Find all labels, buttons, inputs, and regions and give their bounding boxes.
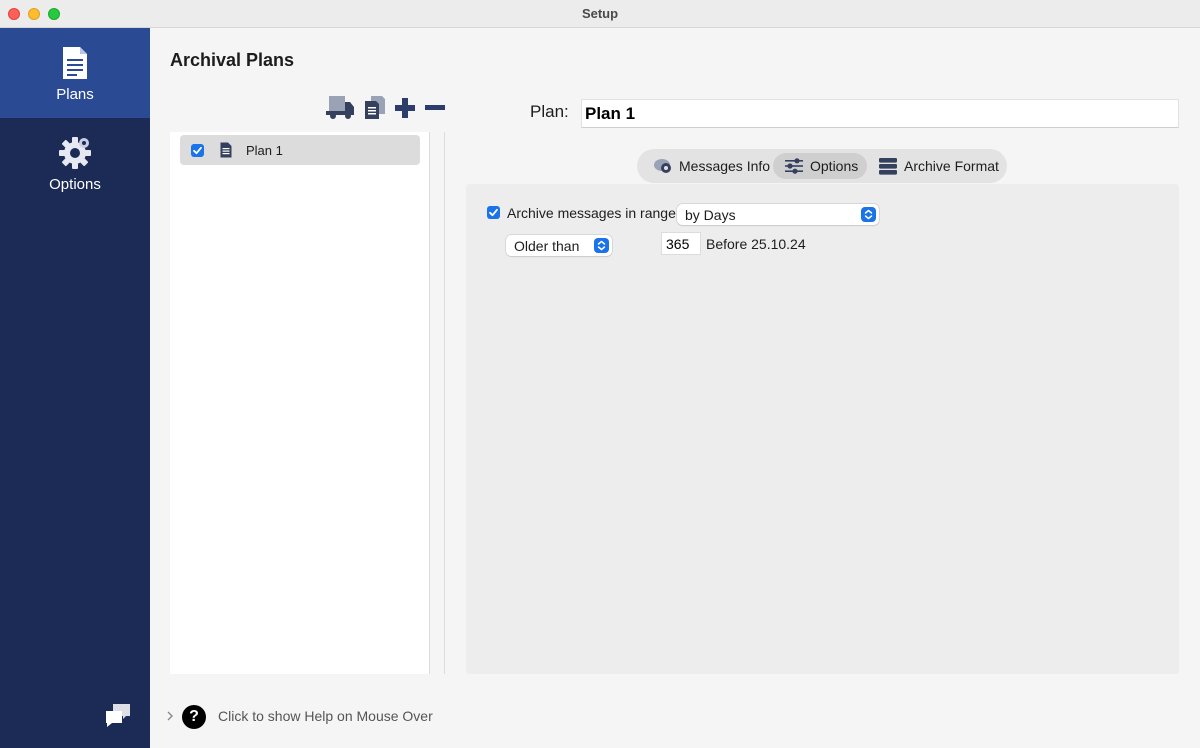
database-icon xyxy=(879,158,897,175)
plan-enabled-checkbox[interactable] xyxy=(191,144,204,157)
minus-icon[interactable] xyxy=(425,94,445,120)
plan-name: Plan 1 xyxy=(246,143,283,158)
archive-range-checkbox[interactable] xyxy=(487,206,500,219)
messages-info-icon xyxy=(654,159,671,173)
tab-messages-info[interactable]: Messages Info xyxy=(647,153,773,179)
plan-list: Plan 1 xyxy=(170,132,430,674)
help-toggle-text[interactable]: Click to show Help on Mouse Over xyxy=(218,708,433,724)
tab-options[interactable]: Options xyxy=(773,153,867,179)
plan-list-item[interactable]: Plan 1 xyxy=(180,135,420,165)
main-content: Archival Plans Plan 1 Plan: Plan 1 Messa… xyxy=(150,28,1200,748)
sliders-icon xyxy=(785,158,803,174)
tab-label: Messages Info xyxy=(679,158,771,174)
help-question-icon[interactable]: ? xyxy=(182,705,206,729)
chevron-updown-icon xyxy=(594,238,609,253)
select-value: by Days xyxy=(685,207,736,223)
tab-archive-format[interactable]: Archive Format xyxy=(871,153,1001,179)
document-icon xyxy=(220,142,232,158)
tab-label: Options xyxy=(810,158,859,174)
page-title: Archival Plans xyxy=(170,50,295,70)
window-title: Setup xyxy=(581,6,619,21)
tab-label: Archive Format xyxy=(904,158,999,174)
days-input[interactable] xyxy=(661,232,701,255)
sidebar-item-label: Plans xyxy=(56,86,94,103)
comparison-select[interactable]: Older than xyxy=(506,235,612,256)
truck-icon[interactable] xyxy=(326,94,354,120)
plan-name-input[interactable] xyxy=(581,99,1179,128)
duplicate-icon[interactable] xyxy=(364,94,386,120)
before-date-text: Before 25.10.24 xyxy=(706,236,806,252)
chevron-updown-icon xyxy=(861,207,876,222)
tab-bar: Messages Info Options Archive Format xyxy=(637,149,1007,183)
title-bar: Setup xyxy=(0,0,1200,28)
sidebar-item-plans[interactable]: Plans xyxy=(0,28,150,118)
plus-icon[interactable] xyxy=(395,94,415,120)
document-icon xyxy=(63,47,87,79)
range-type-select[interactable]: by Days xyxy=(677,204,879,225)
archive-range-label: Archive messages in range: xyxy=(507,205,680,221)
chevron-right-icon[interactable] xyxy=(166,710,174,722)
sidebar: Plans Options xyxy=(0,28,150,748)
sidebar-item-label: Options xyxy=(49,176,101,193)
options-panel: Archive messages in range: by Days Older… xyxy=(466,184,1179,674)
sidebar-item-options[interactable]: Options xyxy=(0,118,150,208)
gear-icon xyxy=(59,137,91,169)
chat-bubbles-icon[interactable] xyxy=(104,702,132,728)
select-value: Older than xyxy=(514,238,580,254)
plan-label: Plan: xyxy=(530,102,569,121)
divider xyxy=(444,132,445,674)
